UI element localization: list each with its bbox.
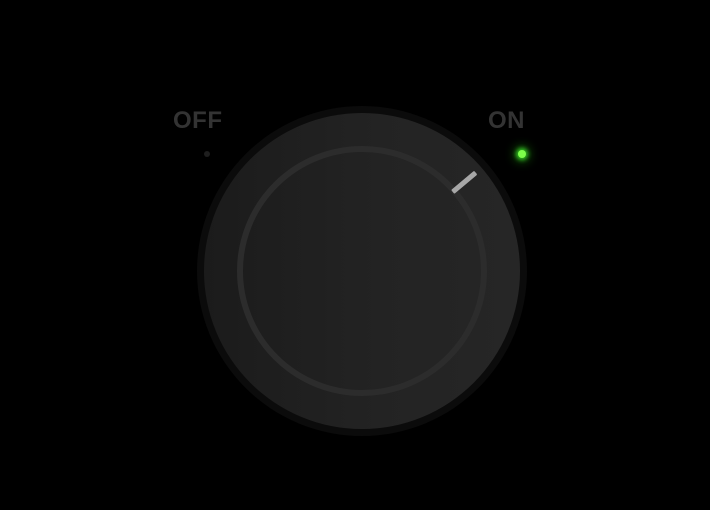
on-label: ON	[488, 107, 525, 134]
off-indicator-led	[204, 151, 210, 157]
rotary-knob[interactable]	[204, 113, 520, 429]
rotary-switch-panel: OFF ON	[0, 0, 710, 510]
knob-ring	[237, 146, 487, 396]
knob-pointer-icon	[451, 170, 478, 194]
on-indicator-led	[518, 150, 526, 158]
off-label: OFF	[173, 107, 223, 134]
